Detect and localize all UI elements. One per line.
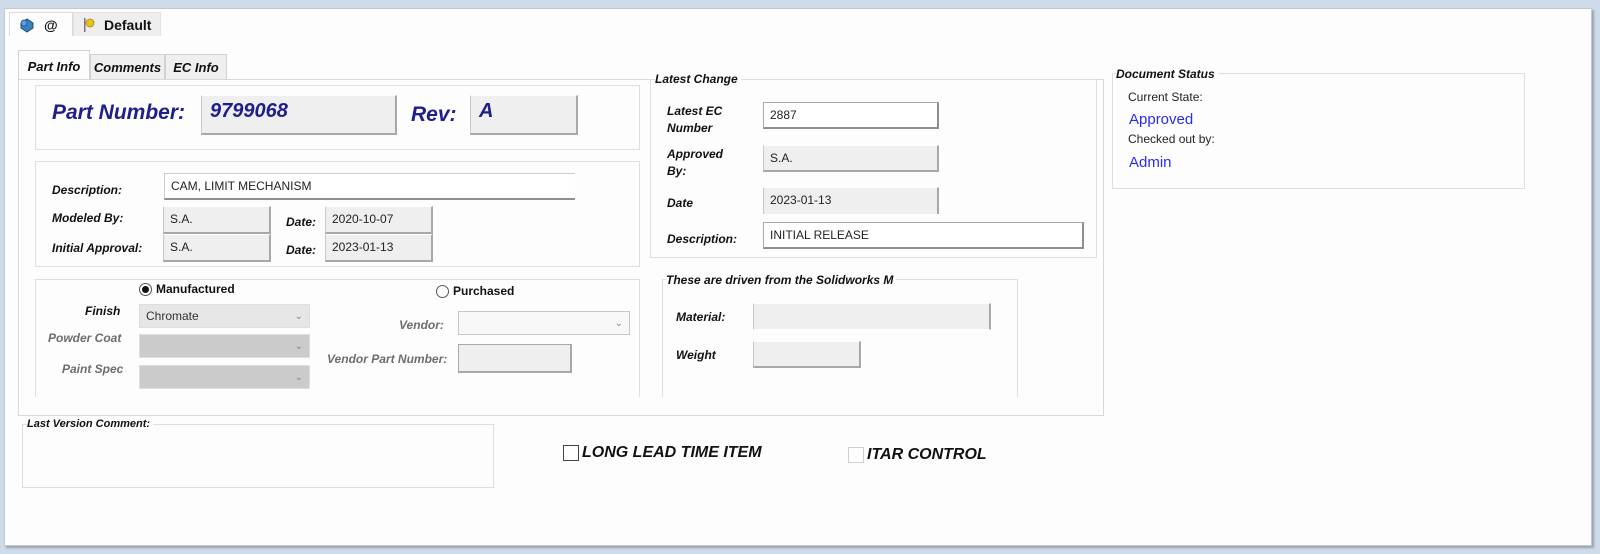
weight-field[interactable] (753, 341, 861, 368)
solidworks-title: These are driven from the Solidworks M (666, 273, 896, 287)
finish-value: Chromate (146, 309, 199, 323)
purchased-radio[interactable]: Purchased (436, 284, 514, 298)
last-version-comment-title: Last Version Comment: (27, 418, 154, 430)
powder-coat-label: Powder Coat (48, 331, 122, 345)
modeled-date-label: Date: (286, 215, 317, 229)
custom-properties-panel: @ Default Part Info Comments EC Info Par… (4, 8, 1592, 546)
vendor-select[interactable]: ⌄ (458, 311, 630, 335)
description-label: Description: (52, 183, 123, 197)
document-status-title: Document Status (1116, 67, 1218, 81)
modeled-by-label: Modeled By: (52, 211, 124, 225)
material-field[interactable] (753, 303, 991, 330)
ec-date-field[interactable]: 2023-01-13 (763, 187, 939, 214)
tab-ec-info[interactable]: EC Info (165, 54, 227, 80)
latest-change-title: Latest Change (655, 72, 741, 86)
approval-date-field[interactable]: 2023-01-13 (325, 234, 433, 262)
radio-label: Purchased (453, 284, 515, 298)
current-state-value: Approved (1129, 111, 1194, 128)
ec-date-label: Date (667, 196, 694, 210)
source-group (35, 279, 640, 397)
checkbox-label: ITAR CONTROL (867, 446, 987, 463)
approved-by-field[interactable]: S.A. (763, 145, 939, 172)
part-number-field[interactable]: 9799068 (201, 95, 397, 135)
radio-label: Manufactured (156, 282, 235, 296)
powder-coat-select[interactable]: ⌄ (139, 334, 310, 358)
chevron-down-icon: ⌄ (294, 371, 303, 383)
vendor-part-number-field[interactable] (458, 344, 572, 373)
label-line: Latest EC (667, 104, 723, 118)
tab-comments[interactable]: Comments (90, 54, 165, 80)
vendor-label: Vendor: (399, 318, 444, 332)
modeled-by-field[interactable]: S.A. (163, 206, 271, 234)
tab-label: EC Info (173, 60, 219, 75)
latest-ec-field[interactable]: 2887 (763, 102, 939, 129)
checkbox-unchecked-icon (563, 445, 579, 461)
current-state-label: Current State: (1128, 90, 1203, 104)
label-line: Approved (667, 147, 724, 161)
checkbox-unchecked-icon (848, 447, 864, 463)
rev-field[interactable]: A (470, 95, 578, 135)
label-line: Number (667, 121, 713, 135)
long-lead-time-checkbox[interactable]: LONG LEAD TIME ITEM (563, 444, 762, 462)
checked-out-value: Admin (1129, 154, 1172, 171)
finish-select[interactable]: Chromate ⌄ (139, 304, 310, 328)
approval-date-label: Date: (286, 243, 317, 257)
chevron-down-icon: ⌄ (294, 340, 303, 352)
paint-spec-select[interactable]: ⌄ (139, 365, 310, 389)
chevron-down-icon: ⌄ (294, 310, 303, 322)
latest-ec-label: Latest EC Number (667, 103, 722, 137)
weight-label: Weight (676, 348, 716, 362)
radio-selected-icon (139, 282, 152, 296)
ec-description-label: Description: (667, 232, 738, 246)
tab-label: Comments (93, 60, 162, 75)
rev-label: Rev: (411, 103, 457, 126)
part-icon (20, 17, 34, 33)
paint-spec-label: Paint Spec (62, 362, 124, 376)
initial-approval-field[interactable]: S.A. (163, 234, 271, 262)
last-version-comment-text (27, 437, 487, 481)
tab-part-info[interactable]: Part Info (18, 50, 90, 81)
config-tab-label: @ (44, 16, 58, 33)
config-tab-default[interactable]: Default (73, 12, 161, 36)
chevron-down-icon: ⌄ (614, 317, 623, 329)
part-number-label: Part Number: (52, 101, 186, 124)
tab-label: Part Info (27, 58, 81, 74)
label-line: By: (667, 164, 687, 178)
finish-label: Finish (85, 304, 121, 318)
config-tab-this[interactable]: @ (9, 12, 73, 36)
checked-out-label: Checked out by: (1128, 132, 1215, 146)
material-label: Material: (676, 310, 726, 324)
initial-approval-label: Initial Approval: (52, 241, 143, 255)
approved-by-label: Approved By: (667, 146, 723, 180)
vendor-part-number-label: Vendor Part Number: (327, 352, 448, 366)
solidworks-group (662, 279, 1018, 397)
itar-control-checkbox[interactable]: ITAR CONTROL (848, 446, 987, 464)
manufactured-radio[interactable]: Manufactured (139, 282, 235, 296)
description-field[interactable]: CAM, LIMIT MECHANISM (164, 173, 575, 200)
checkbox-label: LONG LEAD TIME ITEM (582, 444, 762, 461)
config-flag-icon (84, 17, 95, 32)
radio-unselected-icon (436, 284, 449, 298)
modeled-date-field[interactable]: 2020-10-07 (325, 206, 433, 234)
config-tab-label: Default (104, 16, 152, 33)
ec-description-field[interactable]: INITIAL RELEASE (763, 222, 1084, 249)
